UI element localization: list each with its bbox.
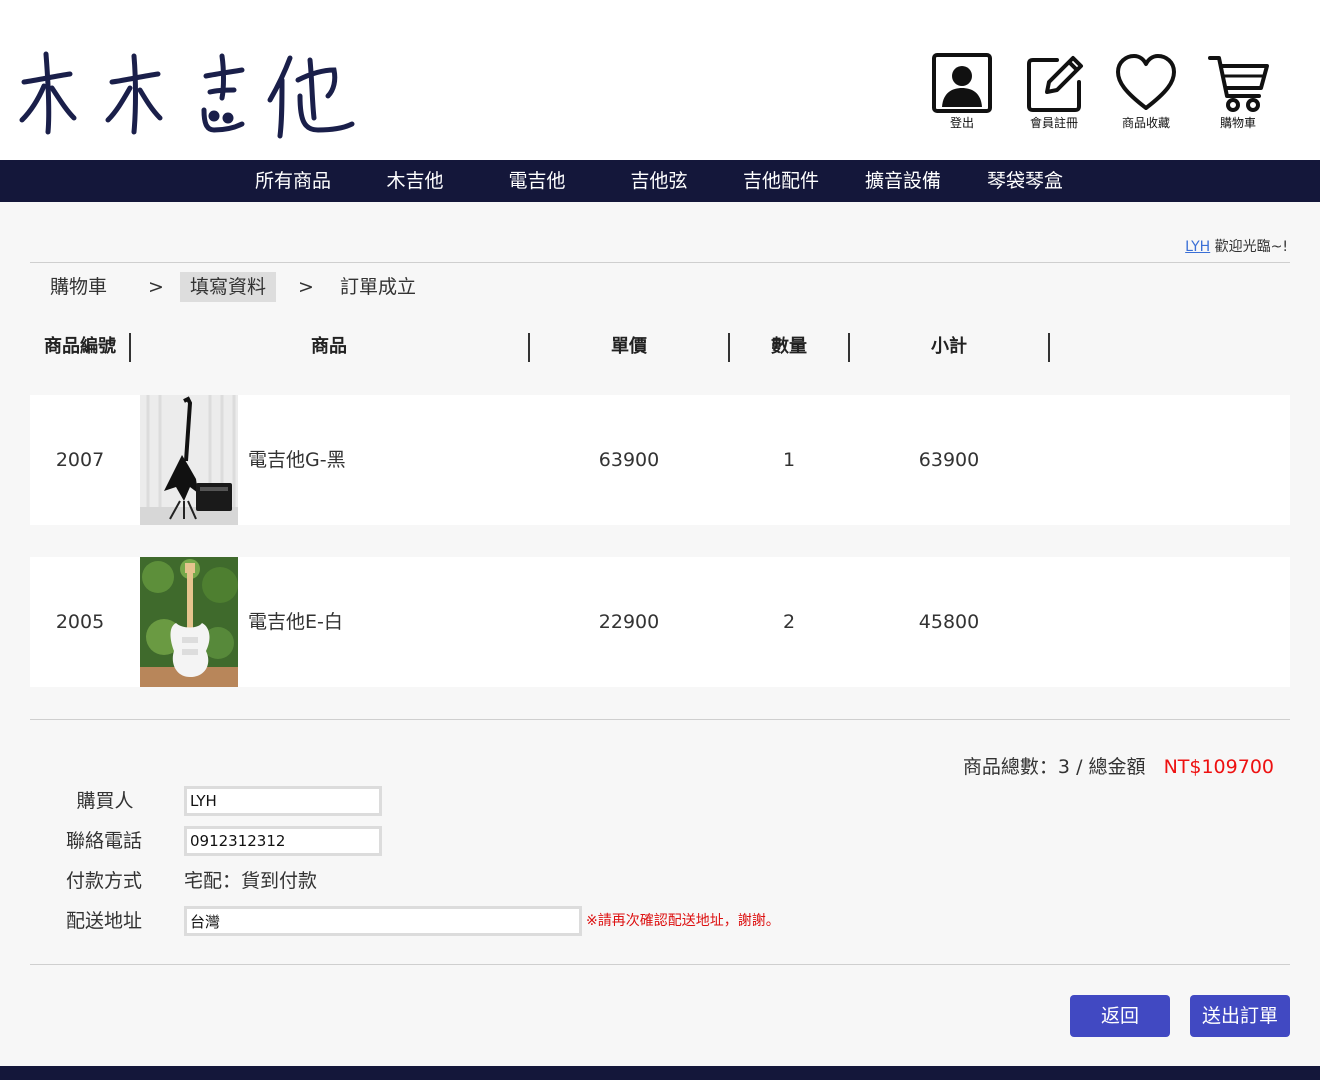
site-header: 登出 會員註冊 商品收藏 購物車: [0, 0, 1320, 160]
col-divider: [1048, 333, 1050, 362]
payment-label: 付款方式: [66, 870, 143, 892]
total-amount: NT$109700: [1163, 756, 1274, 778]
logout-button[interactable]: 登出: [926, 52, 998, 130]
unit-price: 63900: [598, 449, 660, 471]
payment-method: 宅配：貨到付款: [184, 870, 318, 892]
register-button[interactable]: 會員註冊: [1018, 52, 1090, 130]
col-header-subtotal: 小計: [931, 336, 967, 357]
nav-item-all-products[interactable]: 所有商品: [232, 160, 354, 202]
breadcrumb-separator: >: [298, 276, 314, 298]
breadcrumb-fill-info: 填寫資料: [180, 272, 277, 302]
table-row: 2005 電吉他E-白 22900 2 45800: [30, 557, 1290, 687]
buyer-field[interactable]: [184, 786, 382, 816]
cart-icon: [1202, 52, 1274, 114]
total-amount-label: / 總金額: [1076, 756, 1146, 778]
username-link[interactable]: LYH: [1185, 239, 1210, 255]
quantity: 2: [782, 611, 796, 633]
address-label: 配送地址: [66, 910, 143, 932]
phone-label: 聯絡電話: [66, 830, 143, 852]
subtotal: 45800: [918, 611, 980, 633]
logo-calligraphy: [19, 51, 355, 139]
buyer-label: 購買人: [76, 790, 134, 812]
edit-icon: [1018, 52, 1090, 114]
product-id: 2007: [55, 449, 105, 471]
col-header-price: 單價: [611, 336, 647, 357]
product-name[interactable]: 電吉他E-白: [248, 557, 343, 687]
submit-order-button[interactable]: 送出訂單: [1190, 995, 1290, 1037]
welcome-text: 歡迎光臨~!: [1214, 239, 1288, 255]
logout-label: 登出: [949, 116, 974, 130]
nav-item-acoustic-guitar[interactable]: 木吉他: [354, 160, 476, 202]
phone-field[interactable]: [184, 826, 382, 856]
cart-button[interactable]: 購物車: [1202, 52, 1274, 130]
order-totals: 商品總數：3 / 總金額 NT$109700: [963, 752, 1274, 779]
subtotal: 63900: [918, 449, 980, 471]
nav-item-amplifiers[interactable]: 擴音設備: [842, 160, 964, 202]
site-footer: [0, 1066, 1320, 1080]
back-button[interactable]: 返回: [1070, 995, 1170, 1037]
cart-label: 購物車: [1219, 116, 1256, 130]
register-label: 會員註冊: [1029, 116, 1078, 130]
user-avatar-icon: [926, 52, 998, 114]
divider: [30, 262, 1290, 263]
table-row: 2007 電吉他G-黑 63900 1 63900: [30, 395, 1290, 525]
product-image-white-guitar: [140, 557, 238, 687]
quantity: 1: [782, 449, 796, 471]
breadcrumb-order-complete: 訂單成立: [340, 276, 417, 298]
divider: [30, 964, 1290, 965]
favorites-label: 商品收藏: [1121, 116, 1170, 130]
col-header-id: 商品編號: [44, 336, 116, 357]
nav-item-electric-guitar[interactable]: 電吉他: [476, 160, 598, 202]
breadcrumb-cart[interactable]: 購物車: [40, 272, 117, 302]
favorites-button[interactable]: 商品收藏: [1110, 52, 1182, 130]
product-id: 2005: [55, 611, 105, 633]
welcome-message: LYH 歡迎光臨~!: [1185, 236, 1288, 256]
main-navbar: 所有商品 木吉他 電吉他 吉他弦 吉他配件 擴音設備 琴袋琴盒: [0, 160, 1320, 202]
address-field[interactable]: [184, 906, 582, 936]
col-header-qty: 數量: [771, 336, 807, 357]
divider: [30, 719, 1290, 720]
total-count: 商品總數：3: [962, 756, 1071, 778]
address-warning: ※請再次確認配送地址，謝謝。: [586, 913, 780, 929]
unit-price: 22900: [598, 611, 660, 633]
product-image-black-guitar: [140, 395, 238, 525]
col-header-product: 商品: [311, 336, 347, 357]
site-logo[interactable]: [18, 40, 358, 140]
heart-icon: [1110, 52, 1182, 114]
nav-item-guitar-strings[interactable]: 吉他弦: [598, 160, 720, 202]
breadcrumb-separator: >: [148, 276, 164, 298]
nav-item-accessories[interactable]: 吉他配件: [720, 160, 842, 202]
nav-item-cases[interactable]: 琴袋琴盒: [964, 160, 1086, 202]
product-name[interactable]: 電吉他G-黑: [248, 395, 346, 525]
